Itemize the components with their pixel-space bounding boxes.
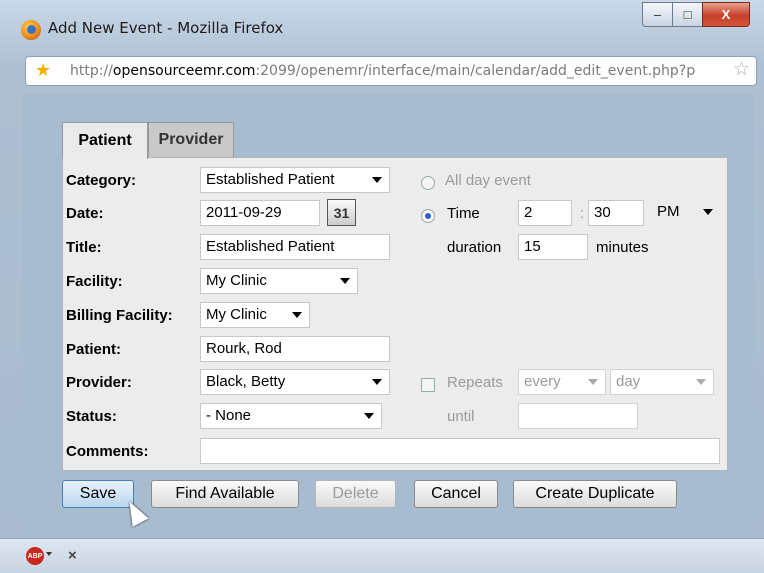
provider-select[interactable]: Black, Betty	[200, 369, 390, 395]
billing-facility-select[interactable]: My Clinic	[200, 302, 310, 328]
provider-label: Provider:	[66, 374, 132, 391]
status-select[interactable]: - None	[200, 403, 382, 429]
category-label: Category:	[66, 172, 137, 189]
adblock-icon[interactable]: ABP	[26, 547, 44, 565]
title-bar: Add New Event - Mozilla Firefox ‒ □ X	[0, 0, 764, 54]
until-input[interactable]	[518, 403, 638, 429]
status-bar: ABP ×	[0, 538, 764, 573]
facility-value: My Clinic	[206, 272, 267, 289]
chevron-down-icon	[703, 209, 713, 215]
repeat-unit-value: day	[616, 373, 641, 390]
minimize-button[interactable]: ‒	[642, 2, 673, 27]
category-value: Established Patient	[206, 171, 335, 188]
title-input[interactable]: Established Patient	[200, 234, 390, 260]
all-day-radio[interactable]	[421, 176, 435, 190]
facility-label: Facility:	[66, 273, 123, 290]
repeat-unit-select[interactable]: day	[610, 369, 714, 395]
find-available-button[interactable]: Find Available	[151, 480, 299, 508]
date-input[interactable]: 2011-09-29	[200, 200, 320, 226]
duration-input[interactable]: 15	[518, 234, 588, 260]
chevron-down-icon	[372, 177, 382, 183]
chevron-down-icon	[340, 278, 350, 284]
window-title: Add New Event - Mozilla Firefox	[48, 19, 284, 37]
patient-input[interactable]: Rourk, Rod	[200, 336, 390, 362]
minutes-label: minutes	[596, 239, 649, 256]
cancel-button[interactable]: Cancel	[414, 480, 498, 508]
repeat-every-value: every	[524, 373, 561, 390]
billing-facility-label: Billing Facility:	[66, 307, 173, 324]
minute-input[interactable]: 30	[588, 200, 644, 226]
tab-provider[interactable]: Provider	[148, 122, 234, 158]
create-duplicate-button[interactable]: Create Duplicate	[513, 480, 677, 508]
comments-label: Comments:	[66, 443, 149, 460]
chevron-down-icon	[372, 379, 382, 385]
status-value: - None	[206, 407, 252, 424]
time-colon: :	[580, 205, 585, 222]
duration-label: duration	[447, 239, 502, 256]
ampm-select[interactable]: PM	[652, 200, 720, 226]
delete-button[interactable]: Delete	[315, 480, 396, 508]
until-label: until	[447, 408, 475, 425]
repeats-label: Repeats	[447, 374, 503, 391]
close-button[interactable]: X	[702, 2, 750, 27]
window-controls: ‒ □ X	[642, 2, 750, 27]
close-icon[interactable]: ×	[68, 547, 77, 564]
firefox-icon	[21, 20, 41, 40]
calendar-icon[interactable]: 31	[327, 199, 356, 226]
hour-input[interactable]: 2	[518, 200, 572, 226]
comments-input[interactable]	[200, 438, 720, 464]
tab-patient[interactable]: Patient	[62, 122, 148, 159]
time-radio[interactable]	[421, 209, 435, 223]
all-day-label: All day event	[445, 172, 531, 189]
date-label: Date:	[66, 205, 104, 222]
bookmark-star-icon[interactable]: ★	[35, 61, 51, 79]
star-outline-icon[interactable]: ☆	[733, 60, 750, 79]
time-label: Time	[447, 205, 480, 222]
status-label: Status:	[66, 408, 117, 425]
provider-value: Black, Betty	[206, 373, 286, 390]
chevron-down-icon	[696, 379, 706, 385]
category-select[interactable]: Established Patient	[200, 167, 390, 193]
chevron-down-icon	[588, 379, 598, 385]
billing-facility-value: My Clinic	[206, 306, 267, 323]
browser-window: Add New Event - Mozilla Firefox ‒ □ X ★ …	[0, 0, 764, 573]
facility-select[interactable]: My Clinic	[200, 268, 358, 294]
repeats-checkbox[interactable]	[421, 378, 435, 392]
chevron-down-icon	[292, 312, 302, 318]
url-text[interactable]: http://opensourceemr.com:2099/openemr/in…	[70, 63, 720, 79]
maximize-button[interactable]: □	[672, 2, 703, 27]
chevron-down-icon	[364, 413, 374, 419]
chevron-down-icon[interactable]	[46, 552, 52, 556]
address-bar[interactable]: ★ http://opensourceemr.com:2099/openemr/…	[25, 56, 757, 86]
title-label: Title:	[66, 239, 102, 256]
repeat-every-select[interactable]: every	[518, 369, 606, 395]
ampm-value: PM	[657, 203, 680, 220]
patient-label: Patient:	[66, 341, 122, 358]
